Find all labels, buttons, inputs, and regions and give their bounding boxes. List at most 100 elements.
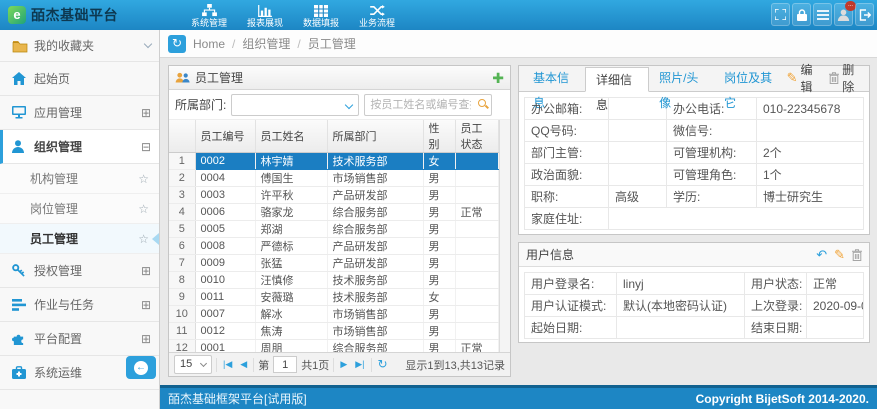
edit-button[interactable]: ✎ 编辑 xyxy=(787,61,820,95)
sidebar-item-home[interactable]: 起始页 xyxy=(0,62,159,96)
pencil-icon[interactable]: ✎ xyxy=(834,247,845,263)
star-icon[interactable]: ☆ xyxy=(138,202,149,216)
field-label: 可管理机构: xyxy=(667,142,757,164)
sidebar-child-position[interactable]: 岗位管理 ☆ xyxy=(0,194,159,224)
home-icon xyxy=(12,72,34,85)
menu-button[interactable] xyxy=(813,3,832,26)
field-label: 上次登录: xyxy=(745,295,807,317)
breadcrumb-home[interactable]: Home xyxy=(193,37,225,51)
sidebar-child-institution[interactable]: 机构管理 ☆ xyxy=(0,164,159,194)
field-label: QQ号码: xyxy=(525,120,609,142)
page-prefix-label: 第 xyxy=(258,357,269,373)
table-row[interactable]: 11 0012 焦涛 市场销售部 男 xyxy=(169,323,499,340)
table-row[interactable]: 4 0006 骆家龙 综合服务部 男 正常 xyxy=(169,204,499,221)
col-department[interactable]: 所属部门 xyxy=(327,120,423,153)
field-value xyxy=(609,142,667,164)
col-status[interactable]: 员工状态 xyxy=(455,120,499,153)
sidebar-item-app-management[interactable]: 应用管理 ⊞ xyxy=(0,96,159,130)
table-row[interactable]: 6 0008 严德标 产品研发部 男 xyxy=(169,238,499,255)
app-window: e 皕杰基础平台 系统管理 报表展现 数据填报 xyxy=(0,0,877,409)
pager-refresh-button[interactable]: ↻ xyxy=(376,355,390,374)
table-row[interactable]: 8 0010 汪慎修 技术服务部 男 xyxy=(169,272,499,289)
detail-fields-table: 办公邮箱: 办公电话: 010-22345678 QQ号码: 微信号: 部门主管… xyxy=(524,97,864,230)
user-info-panel: 用户信息 ↶ ✎ 用户登录名: linyj 用户状态: 正常 用户认证模式: 默… xyxy=(518,242,870,343)
refresh-button[interactable]: ↻ xyxy=(168,35,186,53)
nav-report-display[interactable]: 报表展现 xyxy=(241,2,289,29)
nav-business-flow[interactable]: 业务流程 xyxy=(353,2,401,29)
last-page-button[interactable]: ▶| xyxy=(353,355,366,374)
sidebar-item-org-management[interactable]: 组织管理 ⊟ xyxy=(0,130,159,164)
collapse-icon[interactable]: ⊟ xyxy=(141,140,151,154)
sidebar-item-platform-config[interactable]: 平台配置 ⊞ xyxy=(0,322,159,356)
star-icon[interactable]: ☆ xyxy=(138,172,149,186)
sidebar-item-jobs-tasks[interactable]: 作业与任务 ⊞ xyxy=(0,288,159,322)
field-label: 职称: xyxy=(525,186,609,208)
field-row: 职称: 高级 学历: 博士研究生 xyxy=(525,186,864,208)
sidebar-item-label: 应用管理 xyxy=(34,104,141,121)
expand-icon[interactable]: ⊞ xyxy=(141,264,151,278)
col-employee-name[interactable]: 员工姓名 xyxy=(255,120,327,153)
user-avatar-button[interactable]: ... xyxy=(834,3,853,26)
page-size-select[interactable]: 15 xyxy=(174,355,212,374)
table-row[interactable]: 3 0003 许平秋 产品研发部 男 xyxy=(169,187,499,204)
lock-button[interactable] xyxy=(792,3,811,26)
chevron-down-icon xyxy=(200,360,207,367)
table-row[interactable]: 2 0004 傅国生 市场销售部 男 xyxy=(169,170,499,187)
field-value: 1个 xyxy=(757,164,864,186)
expand-icon[interactable]: ⊞ xyxy=(141,106,151,120)
field-label: 学历: xyxy=(667,186,757,208)
star-icon[interactable]: ☆ xyxy=(138,232,149,246)
table-row[interactable]: 7 0009 张猛 产品研发部 男 xyxy=(169,255,499,272)
people-icon xyxy=(175,72,190,83)
employee-search xyxy=(364,94,492,116)
sidebar-favorites[interactable]: 我的收藏夹 xyxy=(0,30,159,62)
expand-icon[interactable]: ⊞ xyxy=(141,332,151,346)
table-row[interactable]: 12 0001 周朋 综合服务部 男 正常 xyxy=(169,340,499,353)
table-row[interactable]: 5 0005 郑湖 综合服务部 男 xyxy=(169,221,499,238)
app-logo: e 皕杰基础平台 xyxy=(0,5,185,25)
undo-icon[interactable]: ↶ xyxy=(816,247,827,263)
table-grid-icon xyxy=(297,4,345,18)
nav-data-entry[interactable]: 数据填报 xyxy=(297,2,345,29)
add-employee-button[interactable]: ✚ xyxy=(492,71,504,85)
sidebar-collapse-button[interactable]: ← xyxy=(126,356,156,379)
table-scrollbar[interactable] xyxy=(499,120,510,352)
fullscreen-button[interactable] xyxy=(771,3,790,26)
breadcrumb-employee-management[interactable]: 员工管理 xyxy=(308,35,356,52)
dept-select[interactable] xyxy=(231,94,359,116)
breadcrumb-org-management[interactable]: 组织管理 xyxy=(242,35,290,52)
sidebar-child-employee[interactable]: 员工管理 ☆ xyxy=(0,224,159,254)
nav-system-management[interactable]: 系统管理 xyxy=(185,2,233,29)
tab-position-other[interactable]: 岗位及其它 xyxy=(714,66,787,91)
tab-basic-info[interactable]: 基本信息 xyxy=(523,66,585,91)
page-number-input[interactable] xyxy=(273,356,297,373)
table-row[interactable]: 9 0011 安薇璐 技术服务部 女 xyxy=(169,289,499,306)
sidebar-item-label: 作业与任务 xyxy=(34,296,141,313)
col-gender[interactable]: 性别 xyxy=(423,120,455,153)
field-row: 部门主管: 可管理机构: 2个 xyxy=(525,142,864,164)
field-value xyxy=(617,317,745,339)
expand-icon[interactable]: ⊞ xyxy=(141,298,151,312)
search-icon[interactable] xyxy=(478,99,486,107)
field-label: 政治面貌: xyxy=(525,164,609,186)
trash-icon[interactable] xyxy=(852,249,862,261)
table-row[interactable]: 10 0007 解冰 市场销售部 男 xyxy=(169,306,499,323)
prev-page-button[interactable]: ◀ xyxy=(238,355,249,374)
tab-detail-info[interactable]: 详细信息 xyxy=(585,67,649,92)
logout-button[interactable] xyxy=(855,3,874,26)
chevron-down-icon xyxy=(345,100,353,108)
col-employee-id[interactable]: 员工编号 xyxy=(195,120,255,153)
delete-button[interactable]: 删除 xyxy=(829,61,861,95)
first-page-button[interactable]: |◀ xyxy=(221,355,234,374)
field-value: 博士研究生 xyxy=(757,186,864,208)
page-total-label: 共1页 xyxy=(301,357,329,373)
employee-search-input[interactable] xyxy=(364,94,492,116)
field-label: 结束日期: xyxy=(745,317,807,339)
next-page-button[interactable]: ▶ xyxy=(338,355,349,374)
table-row[interactable]: 1 0002 林宇婧 技术服务部 女 xyxy=(169,153,499,170)
tab-photo-avatar[interactable]: 照片/头像 xyxy=(649,66,714,91)
hamburger-icon xyxy=(817,10,829,20)
sidebar-item-authorization[interactable]: 授权管理 ⊞ xyxy=(0,254,159,288)
employee-panel: 员工管理 ✚ 所属部门: 员工编号 员工姓名 所属部门 性别 xyxy=(168,65,511,377)
user-icon xyxy=(12,140,34,153)
